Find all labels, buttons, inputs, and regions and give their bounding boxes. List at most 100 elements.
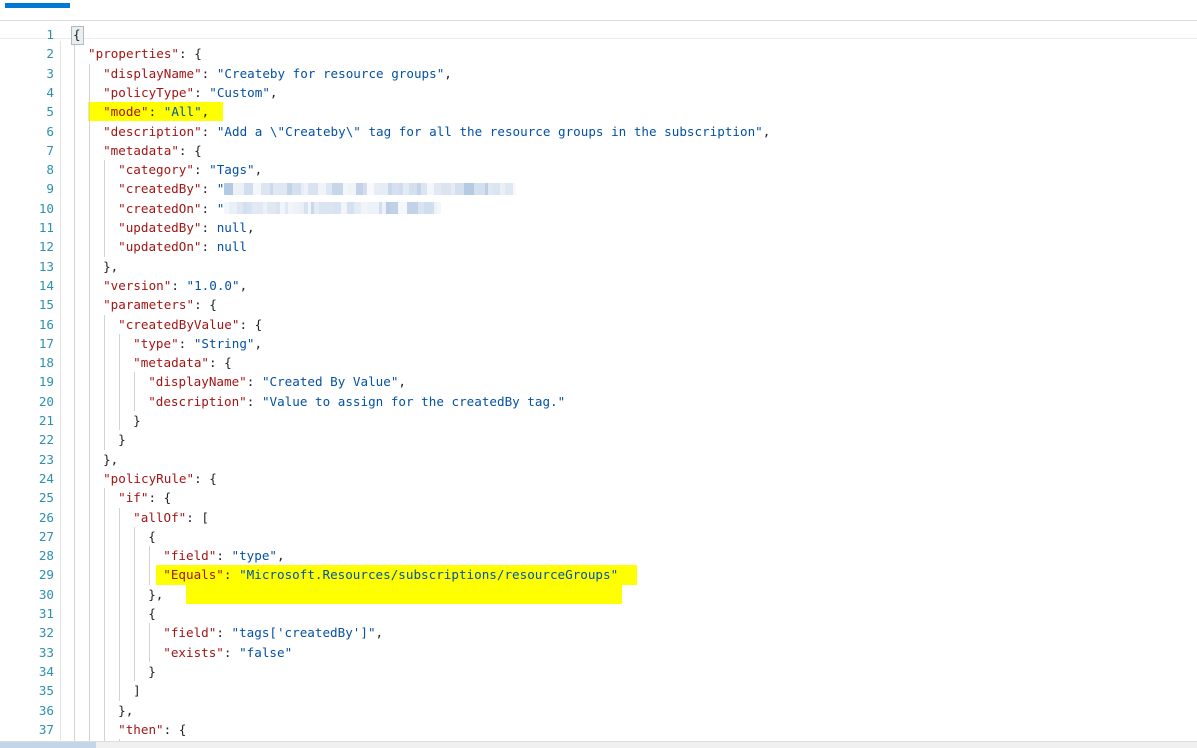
code-line[interactable]: 34} <box>8 662 1197 681</box>
code-line[interactable]: 6 "description": "Add a \"Createby\" tag … <box>8 122 1197 141</box>
code-line[interactable]: 10 "createdOn": " <box>8 199 1197 218</box>
line-number: 18 <box>38 355 54 371</box>
token-str: "Tags" <box>209 162 255 178</box>
line-content: "allOf": [ <box>133 508 209 527</box>
token-punc: : <box>216 625 232 641</box>
line-content: "Equals": "Microsoft.Resources/subscript… <box>163 565 618 584</box>
code-line[interactable]: 27 { <box>8 527 1197 546</box>
token-key: "description" <box>148 393 247 409</box>
line-content: }, <box>118 701 133 720</box>
line-number: 6 <box>46 123 54 139</box>
line-content: }, <box>148 585 163 604</box>
code-line[interactable]: 12 "updatedOn": null <box>8 237 1197 256</box>
code-line[interactable]: 29 "Equals": "Microsoft.Resources/subscri… <box>8 565 1197 585</box>
line-content: ] <box>133 681 141 700</box>
horizontal-scrollbar-thumb[interactable] <box>0 742 96 748</box>
code-line[interactable]: 35] <box>8 681 1197 700</box>
code-line[interactable]: 20 "description": "Value to assign for th… <box>8 392 1197 411</box>
line-content: "field": "type", <box>163 546 284 565</box>
line-content: "metadata": { <box>133 353 232 372</box>
token-punc: , <box>201 104 210 120</box>
line-number: 19 <box>38 374 54 390</box>
code-line[interactable]: 17 "type": "String", <box>8 334 1197 353</box>
token-str: "String" <box>193 335 255 351</box>
line-number: 35 <box>38 683 54 699</box>
code-line[interactable]: 9 "createdBy": " <box>8 179 1197 198</box>
token-punc: , <box>762 123 771 139</box>
code-line[interactable]: 2 "properties": { <box>8 44 1197 63</box>
line-content: "policyType": "Custom", <box>103 83 277 102</box>
token-key: "if" <box>118 490 149 506</box>
token-key: "then" <box>118 721 164 737</box>
token-punc: : <box>246 393 262 409</box>
token-punc: , <box>254 335 263 351</box>
code-line[interactable]: 21} <box>8 411 1197 430</box>
code-line[interactable]: 24 "policyRule": { <box>8 469 1197 488</box>
line-content: "displayName": "Createby for resource gr… <box>103 64 452 83</box>
code-line[interactable]: 25 "if": { <box>8 488 1197 507</box>
token-punc: , <box>444 65 452 81</box>
code-line[interactable]: 30}, <box>8 584 1197 604</box>
token-str: "Value to assign for the createdBy tag." <box>261 393 566 409</box>
code-line[interactable]: 7 "metadata": { <box>8 141 1197 160</box>
code-line[interactable]: 13}, <box>8 257 1197 276</box>
code-line[interactable]: 38 "effect": "append", <box>8 739 1197 741</box>
token-key: "properties" <box>88 46 180 62</box>
code-line[interactable]: 18 "metadata": { <box>8 353 1197 372</box>
redacted-value <box>224 202 442 215</box>
code-line[interactable]: 16 "createdByValue": { <box>8 315 1197 334</box>
code-line[interactable]: 32 "field": "tags['createdBy']", <box>8 623 1197 642</box>
line-content: }, <box>103 450 118 469</box>
code-line[interactable]: 31 { <box>8 604 1197 623</box>
line-content: "updatedBy": null, <box>118 218 255 237</box>
line-content: { <box>148 604 156 623</box>
code-line[interactable]: 22} <box>8 430 1197 449</box>
code-line[interactable]: 28 "field": "type", <box>8 546 1197 565</box>
code-line[interactable]: 11 "updatedBy": null, <box>8 218 1197 237</box>
token-punc: : <box>201 200 217 216</box>
token-key: "allOf" <box>133 509 187 525</box>
line-number: 27 <box>38 528 54 544</box>
line-number: 10 <box>38 200 54 216</box>
code-line[interactable]: 14 "version": "1.0.0", <box>8 276 1197 295</box>
line-number: 9 <box>46 181 54 197</box>
token-punc: }, <box>148 586 164 602</box>
token-key: "updatedBy" <box>118 220 202 235</box>
token-str: "Add a \"Createby\" tag for all the reso… <box>216 123 763 139</box>
code-line[interactable]: 19 "displayName": "Created By Value", <box>8 372 1197 391</box>
code-surface[interactable]: 1{2 "properties": {3 "displayName": "Creat… <box>8 25 1197 741</box>
token-punc: : <box>201 239 217 255</box>
token-punc: : <box>201 65 217 81</box>
token-key: "policyType" <box>103 84 195 100</box>
token-punc: : { <box>239 316 263 332</box>
line-number: 36 <box>38 702 54 718</box>
code-line[interactable]: 33 "exists": "false" <box>8 643 1197 662</box>
line-content: "exists": "false" <box>163 643 292 662</box>
code-line[interactable]: 23}, <box>8 450 1197 469</box>
code-line[interactable]: 15 "parameters": { <box>8 295 1197 314</box>
token-str: "type" <box>231 548 277 564</box>
code-line[interactable]: 8 "category": "Tags", <box>8 160 1197 179</box>
code-line[interactable]: 37 "then": { <box>8 720 1197 739</box>
line-content: "mode": "All", <box>103 102 209 121</box>
line-number: 31 <box>38 606 54 621</box>
line-number: 38 <box>8 739 54 741</box>
line-content: "version": "1.0.0", <box>103 276 247 295</box>
token-punc: , <box>276 548 285 564</box>
token-str: " <box>216 181 225 197</box>
code-line[interactable]: 3 "displayName": "Createby for resource g… <box>8 64 1197 83</box>
token-punc: : <box>223 567 240 583</box>
line-number: 12 <box>38 239 54 255</box>
code-line[interactable]: 26 "allOf": [ <box>8 508 1197 527</box>
line-content: } <box>133 411 141 430</box>
code-line[interactable]: 36}, <box>8 701 1197 720</box>
horizontal-scrollbar-track[interactable] <box>0 742 1197 748</box>
json-editor-panel[interactable]: 1{2 "properties": {3 "displayName": "Creat… <box>0 20 1197 743</box>
line-content: "then": { <box>118 720 186 739</box>
line-number: 4 <box>46 84 54 100</box>
code-line[interactable]: 4 "policyType": "Custom", <box>8 83 1197 102</box>
code-line[interactable]: 5 "mode": "All", <box>8 102 1197 122</box>
token-punc: , <box>375 625 384 641</box>
line-number: 33 <box>38 644 54 660</box>
code-line[interactable]: 1{ <box>8 25 1197 44</box>
